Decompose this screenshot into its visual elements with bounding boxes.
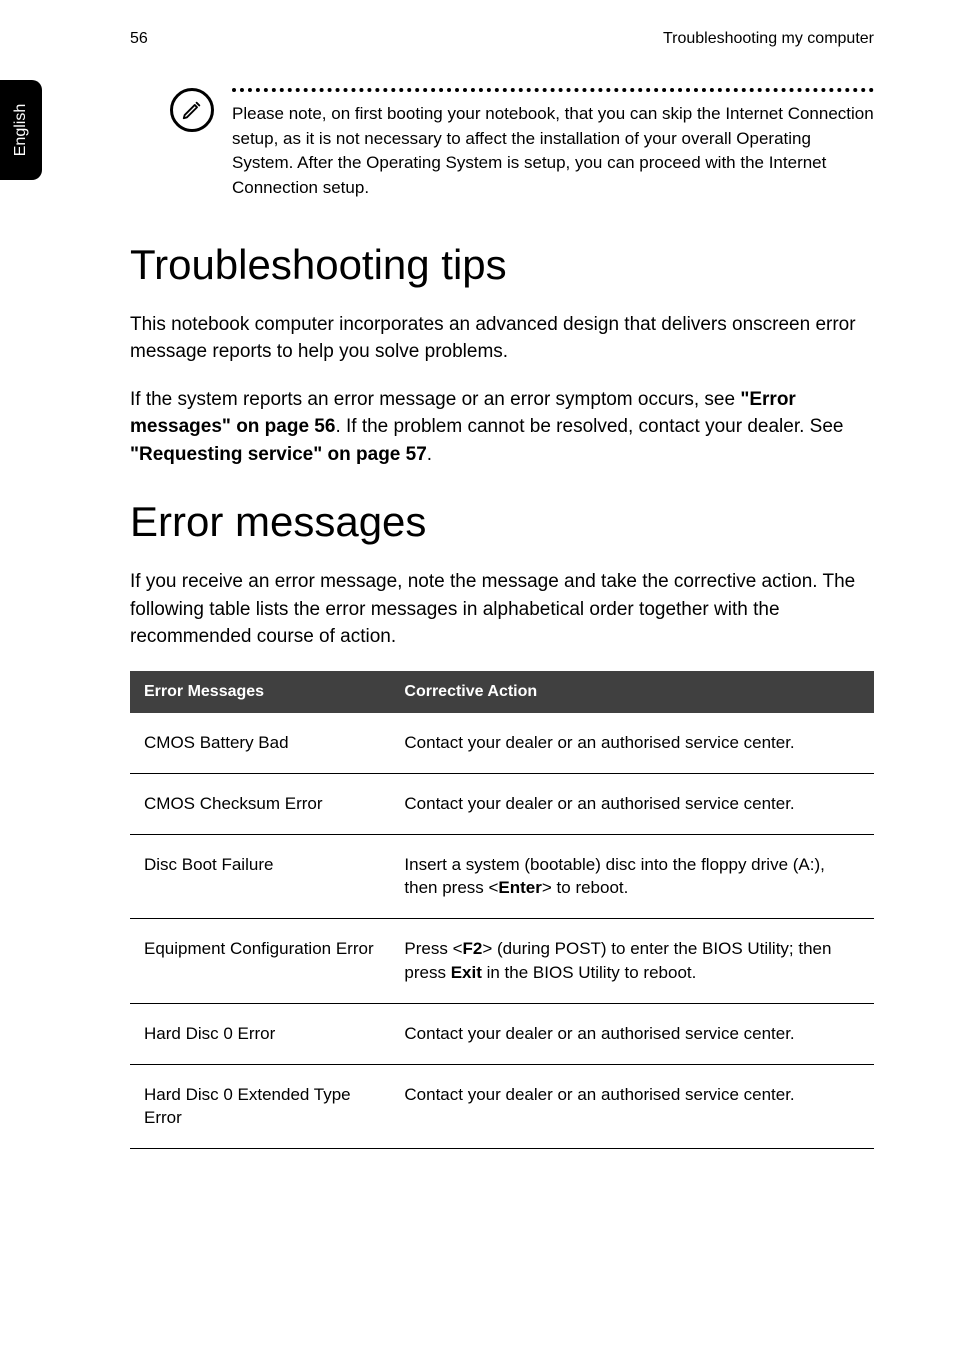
table-row: Disc Boot Failure Insert a system (boota… <box>130 834 874 919</box>
err-action: Contact your dealer or an authorised ser… <box>390 1003 874 1064</box>
action-suffix: in the BIOS Utility to reboot. <box>482 963 696 982</box>
err-msg: CMOS Checksum Error <box>130 773 390 834</box>
table-head-row: Error Messages Corrective Action <box>130 671 874 713</box>
table-head-col1: Error Messages <box>130 671 390 713</box>
errors-intro: If you receive an error message, note th… <box>130 568 874 651</box>
tips-p2-link2: "Requesting service" on page 57 <box>130 444 427 465</box>
err-msg: Hard Disc 0 Extended Type Error <box>130 1064 390 1149</box>
err-msg: Equipment Configuration Error <box>130 919 390 1004</box>
err-msg: Hard Disc 0 Error <box>130 1003 390 1064</box>
running-title: Troubleshooting my computer <box>663 30 874 48</box>
page-header: 56 Troubleshooting my computer <box>130 30 874 48</box>
language-tab-label: English <box>12 104 30 156</box>
err-msg: Disc Boot Failure <box>130 834 390 919</box>
section-title-tips: Troubleshooting tips <box>130 241 874 289</box>
tips-para-2: If the system reports an error message o… <box>130 386 874 469</box>
page-number: 56 <box>130 30 148 48</box>
err-action: Contact your dealer or an authorised ser… <box>390 713 874 773</box>
tips-p2-suffix: . <box>427 444 432 465</box>
err-action: Contact your dealer or an authorised ser… <box>390 1064 874 1149</box>
tips-para-1: This notebook computer incorporates an a… <box>130 311 874 366</box>
action-bold-2: Exit <box>451 963 482 982</box>
action-suffix: > to reboot. <box>542 878 628 897</box>
action-prefix: Press < <box>404 939 462 958</box>
table-row: Hard Disc 0 Extended Type Error Contact … <box>130 1064 874 1149</box>
table-head-col2: Corrective Action <box>390 671 874 713</box>
tips-p2-prefix: If the system reports an error message o… <box>130 389 740 410</box>
err-msg: CMOS Battery Bad <box>130 713 390 773</box>
action-bold: Enter <box>498 878 541 897</box>
page-root: English 56 Troubleshooting my computer P… <box>0 0 954 1369</box>
err-action: Press <F2> (during POST) to enter the BI… <box>390 919 874 1004</box>
error-table: Error Messages Corrective Action CMOS Ba… <box>130 671 874 1149</box>
table-row: CMOS Checksum Error Contact your dealer … <box>130 773 874 834</box>
table-row: Hard Disc 0 Error Contact your dealer or… <box>130 1003 874 1064</box>
action-bold: F2 <box>463 939 483 958</box>
err-action: Insert a system (bootable) disc into the… <box>390 834 874 919</box>
table-row: CMOS Battery Bad Contact your dealer or … <box>130 713 874 773</box>
dotted-rule <box>232 88 874 92</box>
note-block: Please note, on first booting your noteb… <box>170 88 874 201</box>
tips-p2-mid: . If the problem cannot be resolved, con… <box>335 416 843 437</box>
pencil-svg <box>181 99 203 121</box>
pencil-icon <box>170 88 214 132</box>
language-tab: English <box>0 80 42 180</box>
section-title-errors: Error messages <box>130 498 874 546</box>
err-action: Contact your dealer or an authorised ser… <box>390 773 874 834</box>
table-row: Equipment Configuration Error Press <F2>… <box>130 919 874 1004</box>
note-text: Please note, on first booting your noteb… <box>232 102 874 201</box>
note-body: Please note, on first booting your noteb… <box>232 88 874 201</box>
